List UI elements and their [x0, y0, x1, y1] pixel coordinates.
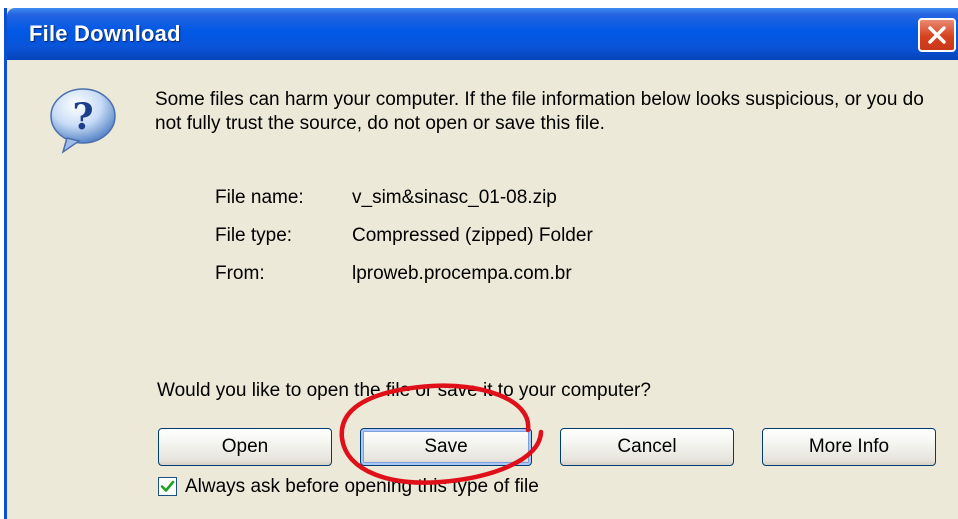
svg-text:?: ? [72, 96, 93, 138]
file-type-label: File type: [215, 225, 293, 246]
close-icon [928, 26, 946, 44]
save-button[interactable]: Save [360, 428, 532, 466]
more-info-button[interactable]: More Info [762, 428, 936, 466]
checkmark-icon [160, 480, 175, 492]
title-bar[interactable]: File Download [7, 8, 958, 60]
always-ask-checkbox[interactable] [158, 477, 177, 496]
file-download-dialog: File Download ? Some files can harm your… [4, 8, 958, 519]
window-title: File Download [29, 21, 181, 46]
cancel-button[interactable]: Cancel [560, 428, 734, 466]
open-button[interactable]: Open [158, 428, 332, 466]
always-ask-label: Always ask before opening this type of f… [185, 476, 539, 497]
download-prompt: Would you like to open the file or save … [157, 380, 651, 401]
from-label: From: [215, 263, 265, 284]
question-icon: ? [50, 88, 116, 154]
file-type-value: Compressed (zipped) Folder [352, 225, 593, 246]
file-name-label: File name: [215, 187, 304, 208]
warning-message: Some files can harm your computer. If th… [155, 89, 924, 134]
file-name-value: v_sim&sinasc_01-08.zip [352, 187, 557, 208]
close-button[interactable] [918, 18, 956, 52]
from-value: lproweb.procempa.com.br [352, 263, 572, 284]
